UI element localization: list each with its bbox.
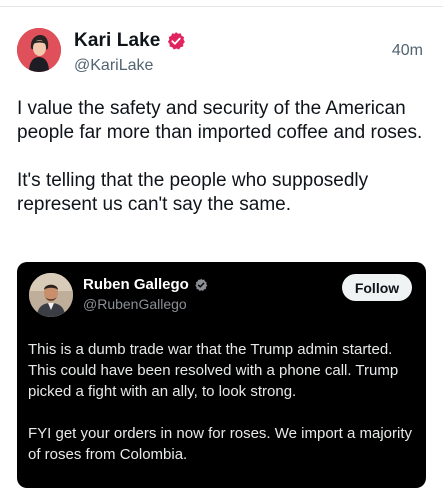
author-handle[interactable]: @KariLake — [74, 57, 153, 75]
quoted-post-paragraph: This is a dumb trade war that the Trump … — [28, 341, 399, 400]
verified-badge-icon — [195, 278, 208, 291]
quoted-post-card[interactable]: Ruben Gallego @RubenGallego Follow This … — [17, 262, 426, 488]
author-avatar[interactable] — [17, 28, 61, 72]
post-timestamp[interactable]: 40m — [392, 42, 423, 60]
follow-button[interactable]: Follow — [342, 274, 412, 301]
quoted-author-display-name[interactable]: Ruben Gallego — [83, 276, 189, 293]
post: Kari Lake @KariLake 40m I value the safe… — [0, 0, 443, 500]
quoted-post-body: This is a dumb trade war that the Trump … — [28, 339, 420, 465]
quoted-author-name-row: Ruben Gallego — [83, 276, 208, 293]
author-display-name[interactable]: Kari Lake — [74, 30, 160, 52]
post-paragraph: I value the safety and security of the A… — [17, 98, 423, 143]
post-paragraph: It's telling that the people who suppose… — [17, 170, 369, 215]
post-body: I value the safety and security of the A… — [17, 97, 427, 217]
verified-badge-icon — [168, 32, 186, 50]
quoted-post-paragraph: FYI get your orders in now for roses. We… — [28, 425, 413, 463]
profile-photo-icon — [17, 28, 61, 72]
author-name-row: Kari Lake — [74, 30, 186, 52]
quoted-author-handle[interactable]: @RubenGallego — [83, 296, 187, 312]
profile-photo-icon — [29, 273, 73, 317]
quoted-author-avatar[interactable] — [29, 273, 73, 317]
